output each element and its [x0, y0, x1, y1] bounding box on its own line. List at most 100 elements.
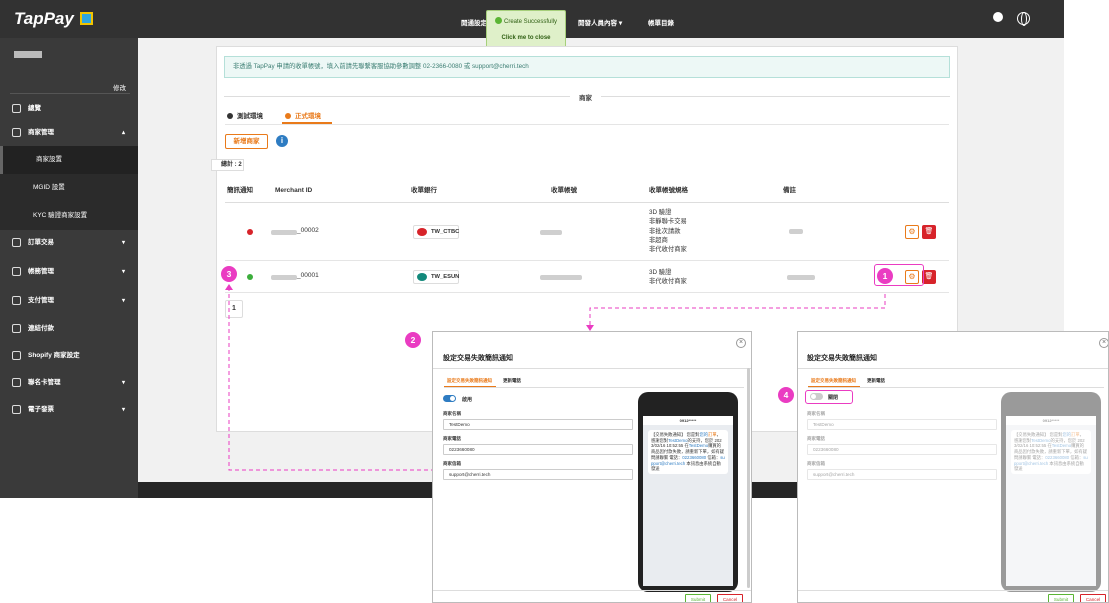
- nav-item-settings[interactable]: 開通設定: [461, 17, 487, 27]
- tappay-logo[interactable]: TapPay: [14, 9, 74, 29]
- merchant-phone-input[interactable]: 0223660080: [443, 444, 633, 455]
- sidebar-item-label: 聯名卡管理: [28, 379, 61, 386]
- spec-item: 非代收付商家: [649, 246, 687, 254]
- account-spec-list: 3D 驗證 非代收付商家: [649, 268, 687, 287]
- spec-item: 非代收付商家: [649, 278, 687, 286]
- delete-button[interactable]: 🗑: [922, 270, 936, 284]
- sidebar-item-cobrand-card[interactable]: 聯名卡管理 ▾: [0, 371, 138, 395]
- esun-logo-icon: [417, 273, 427, 281]
- table-header: 簡訊通知 Merchant ID 收單銀行 收單帳號 收單帳號規格 備註: [225, 179, 949, 203]
- sidebar-item-e-invoice[interactable]: 電子發票 ▾: [0, 398, 138, 422]
- sms-toggle-on[interactable]: [443, 395, 456, 402]
- tab-sms-settings[interactable]: 設定交易失敗簡訊通知: [811, 378, 856, 384]
- edit-profile-link[interactable]: 修改: [113, 82, 126, 92]
- toggle-label: 啟用: [462, 397, 473, 403]
- sms-text: TestDemo: [1031, 437, 1051, 443]
- modal-footer-divider: [433, 590, 751, 591]
- tab-test-env[interactable]: 測試環境: [227, 110, 263, 120]
- bank-name: TW_ESUN: [431, 274, 460, 280]
- modal-scrollbar[interactable]: [747, 368, 750, 588]
- field-label: 商家信箱: [807, 461, 825, 466]
- merchant-name-input[interactable]: TestDemo: [443, 419, 633, 430]
- add-merchant-button[interactable]: 新增商家: [225, 134, 268, 149]
- sidebar-subitem-kyc[interactable]: KYC 驗證商家設置: [0, 202, 138, 230]
- sidebar-subitem-mgid[interactable]: MGID 設置: [0, 174, 138, 202]
- sms-text: 您的: [699, 432, 709, 437]
- nav-item-developer[interactable]: 開發人員內容 ▾: [578, 17, 622, 27]
- tab-update-phone[interactable]: 更新電話: [867, 378, 885, 384]
- phone-contact-header: 0912*****: [1006, 416, 1096, 425]
- submit-button[interactable]: Submit: [685, 594, 711, 602]
- tab-sms-settings[interactable]: 設定交易失敗簡訊通知: [447, 378, 492, 384]
- sidebar-item-payment-link[interactable]: 連結付款: [0, 317, 138, 341]
- card-icon: [12, 378, 21, 387]
- remark-redacted: [789, 229, 803, 234]
- chevron-up-icon: ▴: [122, 130, 126, 136]
- remark-redacted: [787, 275, 815, 280]
- cancel-button[interactable]: Cancel: [717, 594, 743, 602]
- sidebar-item-label: 商家管理: [28, 129, 54, 136]
- nav-item-billing[interactable]: 帳單目錄: [648, 17, 674, 27]
- edit-gear-button[interactable]: ⚙: [905, 225, 919, 239]
- page-button[interactable]: 1: [225, 300, 243, 318]
- sms-preview-bubble: 【交易失敗通知】 您是對您的訂單，感謝您對TestDemo的支持，您於 2023…: [1011, 430, 1091, 474]
- sms-toggle-off[interactable]: [810, 393, 823, 400]
- sms-text: TestDemo: [688, 443, 709, 449]
- modal-footer-divider: [798, 590, 1108, 591]
- link-icon: [12, 324, 21, 333]
- cancel-button[interactable]: Cancel: [1080, 594, 1106, 602]
- sidebar-item-merchant-management[interactable]: 商家管理 ▴: [0, 121, 138, 145]
- merchant-id-redacted: [271, 275, 297, 280]
- payment-icon: [12, 296, 21, 305]
- step-badge-4: 4: [778, 387, 794, 403]
- sidebar-item-shopify[interactable]: Shopify 商家設定: [0, 344, 138, 368]
- column-header: 收單銀行: [411, 187, 437, 194]
- check-icon: [494, 17, 502, 24]
- column-header: 備註: [783, 187, 796, 194]
- close-icon[interactable]: ×: [1099, 338, 1108, 348]
- user-name-redacted: [14, 51, 42, 58]
- spec-item: 3D 驗證: [649, 209, 672, 216]
- phone-preview: 0912***** 【交易失敗通知】 您是對您的訂單，感謝您對TestDemo的…: [638, 392, 738, 592]
- sidebar-item-payment[interactable]: 支付管理 ▾: [0, 289, 138, 313]
- sidebar-item-orders[interactable]: 訂單交易 ▾: [0, 231, 138, 255]
- toggle-label: 關閉: [828, 395, 839, 401]
- tab-label: 正式環境: [295, 113, 321, 120]
- phone-preview: 0912***** 【交易失敗通知】 您是對您的訂單，感謝您對TestDemo的…: [1001, 392, 1101, 592]
- merchant-email-input: support@cherri.tech: [807, 469, 997, 480]
- delete-button[interactable]: 🗑: [922, 225, 936, 239]
- chevron-down-icon: ▾: [122, 298, 126, 304]
- close-icon[interactable]: ×: [736, 338, 746, 348]
- theme-toggle-icon[interactable]: [993, 12, 1003, 22]
- sms-preview-bubble: 【交易失敗通知】 您是對您的訂單，感謝您對TestDemo的支持，您於 2023…: [648, 430, 728, 474]
- invoice-icon: [12, 405, 21, 414]
- spec-item: 非靜聯卡交易: [649, 218, 687, 226]
- success-toast[interactable]: Create Successfully Click me to close: [486, 10, 566, 48]
- modal-title: 設定交易失敗簡訊通知: [443, 355, 513, 362]
- sms-settings-modal-enabled: × 設定交易失敗簡訊通知 設定交易失敗簡訊通知 更新電話 啟用 商家名稱 Tes…: [432, 331, 752, 603]
- table-row: _00002 TW_CTBC 3D 驗證 非靜聯卡交易 非批次請款 非超商 非代…: [225, 203, 949, 261]
- submit-button[interactable]: Submit: [1048, 594, 1074, 602]
- merchant-email-input[interactable]: support@cherri.tech: [443, 469, 633, 480]
- globe-icon[interactable]: [1017, 12, 1030, 26]
- info-icon[interactable]: i: [276, 135, 288, 147]
- account-redacted: [540, 275, 582, 280]
- toast-close-link[interactable]: Click me to close: [487, 35, 565, 41]
- sms-text: TestDemo: [1051, 443, 1072, 449]
- sidebar-subitem-merchant-settings[interactable]: 商家設置: [0, 146, 138, 174]
- sidebar-item-label: 支付管理: [28, 297, 54, 304]
- modal-divider: [433, 368, 751, 369]
- phone-screen: 0912***** 【交易失敗通知】 您是對您的訂單，感謝您對TestDemo的…: [1006, 416, 1096, 586]
- sms-text: 0223660080: [682, 454, 707, 460]
- sidebar-item-overview[interactable]: 總覽: [0, 97, 138, 121]
- sidebar-item-label: 帳務管理: [28, 268, 54, 275]
- sms-text: 信箱：: [1069, 454, 1084, 460]
- order-icon: [12, 238, 21, 247]
- tab-update-phone[interactable]: 更新電話: [503, 378, 521, 384]
- sidebar-item-label: Shopify 商家設定: [28, 352, 80, 359]
- tab-production-env[interactable]: 正式環境: [285, 110, 321, 120]
- account-redacted: [540, 230, 562, 235]
- sidebar-item-accounting[interactable]: 帳務管理 ▾: [0, 260, 138, 284]
- column-header: 收單帳號: [551, 187, 577, 194]
- bank-name: TW_CTBC: [431, 229, 460, 235]
